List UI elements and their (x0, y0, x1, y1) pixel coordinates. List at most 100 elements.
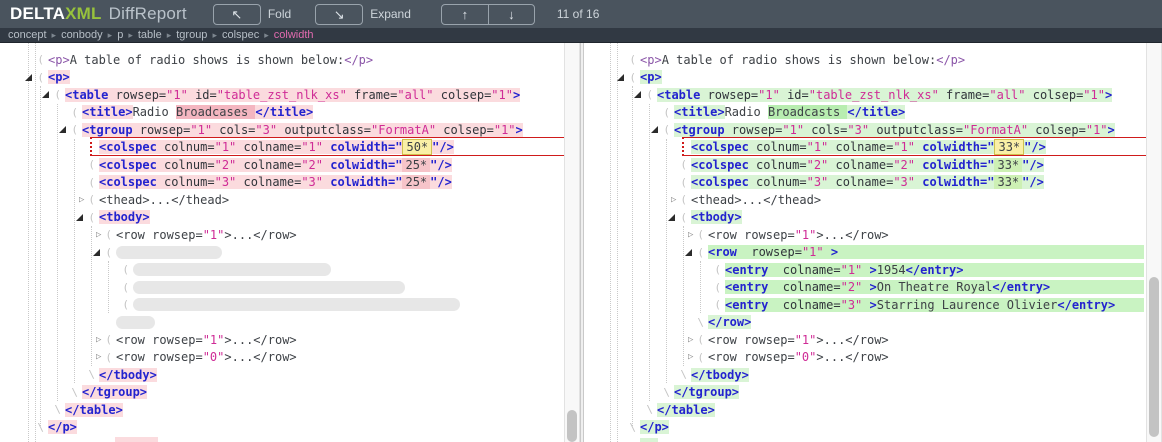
code-token: Starring Laurence Olivier (877, 298, 1058, 312)
line-gutter: ( (584, 158, 691, 171)
fold-mark: ( (71, 123, 78, 136)
code-line: <colspec colnum="1" colname="1" colwidth… (0, 139, 564, 157)
code-token: colwidth=" (323, 140, 402, 154)
expand-toggle-icon[interactable]: ▷ (688, 352, 693, 362)
code-token: colnum= (157, 158, 215, 172)
code-token: <thead>...</thead> (99, 193, 229, 207)
expand-toggle-icon[interactable]: ▷ (79, 195, 84, 205)
collapse-toggle-icon[interactable] (42, 91, 49, 98)
code-token: "/> (1022, 175, 1044, 189)
line-gutter: ( (0, 106, 82, 119)
pane-divider (580, 43, 584, 442)
collapse-toggle-icon[interactable] (651, 126, 658, 133)
code-line: (<p> (584, 69, 1146, 87)
collapse-toggle-icon[interactable] (685, 249, 692, 256)
code-token: colsep= (1028, 123, 1086, 137)
code-token: colnum= (157, 175, 215, 189)
code-token: </entry> (1057, 298, 1115, 312)
code-token: "1" (491, 88, 513, 102)
code-line: (<colspec colnum="2" colname="2" colwidt… (0, 156, 564, 174)
code-token: "3" (893, 175, 915, 189)
next-change-button[interactable]: ↓ (488, 5, 534, 24)
breadcrumb-item-concept[interactable]: concept (8, 29, 47, 41)
collapse-toggle-icon[interactable] (617, 74, 624, 81)
code-token: </entry> (906, 263, 964, 277)
fold-mark: ( (105, 246, 112, 259)
line-gutter: ( (0, 176, 99, 189)
previous-change-button[interactable]: ↑ (442, 5, 488, 24)
code-token: </tbody> (99, 368, 157, 382)
left-pane-scrollbar[interactable] (564, 43, 580, 442)
code-token: "1" (1086, 123, 1108, 137)
code-token: </tgroup> (674, 385, 739, 399)
breadcrumb-separator-icon: ▸ (212, 30, 217, 41)
code-token: <entry (725, 263, 768, 277)
code-token: </row> (708, 315, 751, 329)
code-token: frame= (347, 88, 398, 102)
fold-mark: ( (37, 71, 44, 84)
fold-mark: ( (663, 106, 670, 119)
code-token: "1" (802, 245, 824, 259)
expand-toggle-icon[interactable]: ▷ (96, 352, 101, 362)
code-token: "2" (301, 158, 323, 172)
clipped-next-change (640, 438, 658, 442)
fold-mark: ( (697, 228, 704, 241)
code-token: "1" (758, 88, 780, 102)
fold-arrow-icon: ↖ (231, 7, 242, 22)
breadcrumb-item-table[interactable]: table (138, 29, 162, 41)
code-line: ▷(<thead>...</thead> (0, 191, 564, 209)
code-line: \</tbody> (0, 366, 564, 384)
breadcrumb-item-colwidth[interactable]: colwidth (274, 29, 314, 41)
code-token: > (862, 298, 876, 312)
collapse-toggle-icon[interactable] (93, 249, 100, 256)
code-token: 25* (402, 158, 430, 172)
code-token: colnum= (749, 175, 807, 189)
expand-toggle-icon[interactable]: ▷ (671, 195, 676, 205)
code-line: <colspec colnum="1" colname="1" colwidth… (584, 139, 1146, 157)
expand-button[interactable]: ↘ (315, 4, 363, 25)
collapse-toggle-icon[interactable] (76, 214, 83, 221)
fold-mark: ( (714, 298, 721, 311)
code-token: 1954 (877, 263, 906, 277)
code-token: "3" (215, 175, 237, 189)
code-token: "1" (782, 123, 804, 137)
code-token: "1" (494, 123, 516, 137)
fold-mark: ( (105, 228, 112, 241)
scrollbar-thumb[interactable] (1149, 277, 1159, 437)
fold-mark: ( (122, 298, 129, 311)
line-gutter: ▷( (0, 333, 116, 346)
breadcrumb-separator-icon: ▸ (264, 30, 269, 41)
collapse-toggle-icon[interactable] (668, 214, 675, 221)
fold-mark: ( (697, 246, 704, 259)
expand-toggle-icon[interactable]: ▷ (96, 335, 101, 345)
scrollbar-thumb[interactable] (567, 410, 577, 442)
fold-button[interactable]: ↖ (213, 4, 261, 25)
line-gutter: ▷( (0, 228, 116, 241)
breadcrumb-item-colspec[interactable]: colspec (222, 29, 259, 41)
code-token: <table (657, 88, 700, 102)
fold-mark: ( (680, 176, 687, 189)
code-token: "1" (841, 263, 863, 277)
fold-mark: ( (54, 88, 61, 101)
collapse-toggle-icon[interactable] (59, 126, 66, 133)
expand-toggle-icon[interactable]: ▷ (96, 230, 101, 240)
line-gutter: ( (0, 298, 133, 311)
expand-toggle-icon[interactable]: ▷ (688, 335, 693, 345)
code-line: ▷(<row rowsep="0">...</row> (0, 349, 564, 367)
expand-toggle-icon[interactable]: ▷ (688, 230, 693, 240)
right-pane-scrollbar[interactable] (1146, 43, 1162, 442)
collapse-toggle-icon[interactable] (634, 91, 641, 98)
breadcrumb-item-tgroup[interactable]: tgroup (176, 29, 207, 41)
collapse-toggle-icon[interactable] (25, 74, 32, 81)
code-token: "FormatA" (371, 123, 436, 137)
line-gutter: ( (584, 246, 708, 259)
code-line: \</tgroup> (0, 384, 564, 402)
code-token: <p> (640, 53, 662, 67)
breadcrumb-item-conbody[interactable]: conbody (61, 29, 103, 41)
breadcrumb-item-p[interactable]: p (117, 29, 123, 41)
code-line: (<entry colname="1" >1954</entry> (584, 261, 1146, 279)
code-token: colsep= (1026, 88, 1084, 102)
fold-mark: \ (629, 421, 636, 434)
code-token: <colspec (99, 158, 157, 172)
line-gutter: ▷( (584, 228, 708, 241)
